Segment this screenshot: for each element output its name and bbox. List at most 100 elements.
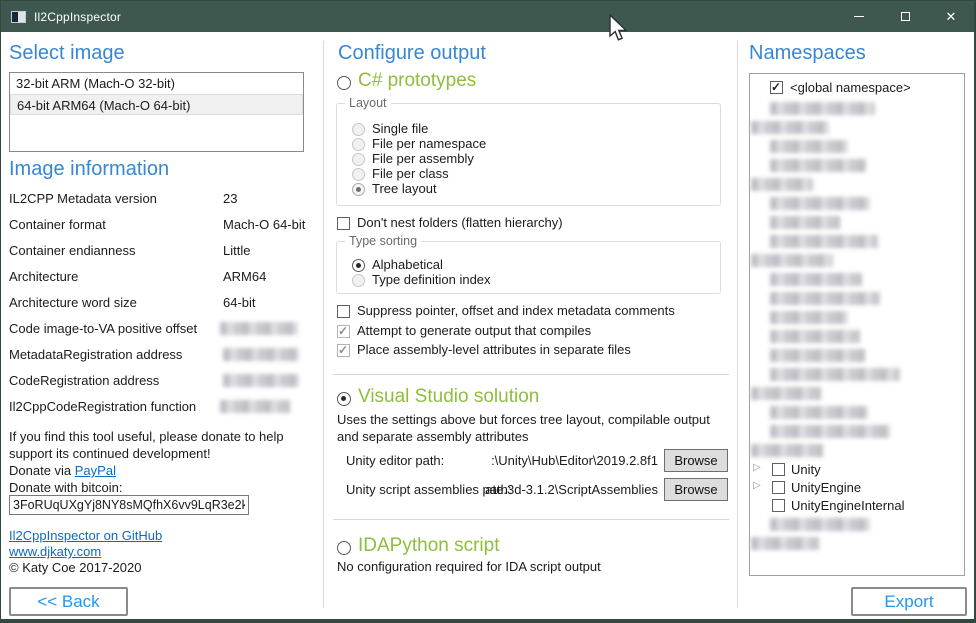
- unity-label[interactable]: Unity: [791, 462, 821, 477]
- info-label: Container format: [9, 217, 106, 232]
- namespaces-heading: Namespaces: [749, 42, 866, 65]
- info-label: Architecture: [9, 269, 78, 284]
- copyright-text: © Katy Coe 2017-2020: [9, 560, 141, 575]
- maximize-button[interactable]: [882, 1, 928, 32]
- namespace-item-redacted[interactable]: [770, 349, 865, 362]
- namespace-item-redacted[interactable]: [770, 425, 890, 438]
- namespace-item-redacted[interactable]: [770, 406, 868, 419]
- namespace-item-redacted[interactable]: [770, 102, 875, 115]
- visual-studio-option[interactable]: Visual Studio solution: [358, 386, 539, 408]
- file-per-namespace-label[interactable]: File per namespace: [372, 136, 486, 151]
- namespace-item-redacted[interactable]: [751, 254, 833, 267]
- alphabetical-label[interactable]: Alphabetical: [372, 257, 443, 272]
- info-label: Architecture word size: [9, 295, 137, 310]
- info-value-redacted: [223, 374, 299, 387]
- namespace-item-redacted[interactable]: [770, 140, 848, 153]
- info-label: Container endianness: [9, 243, 135, 258]
- browse-assemblies-button[interactable]: Browse: [664, 478, 728, 501]
- namespace-item-redacted[interactable]: [770, 311, 848, 324]
- namespace-item-redacted[interactable]: [770, 159, 866, 172]
- unityengine-checkbox[interactable]: [772, 481, 785, 494]
- namespace-item-redacted[interactable]: [770, 368, 900, 381]
- csharp-prototypes-option[interactable]: C# prototypes: [358, 70, 476, 92]
- unity-checkbox[interactable]: [772, 463, 785, 476]
- single-file-radio[interactable]: [352, 123, 365, 136]
- suppress-comments-checkbox[interactable]: [337, 305, 350, 318]
- donate-text-line1: If you find this tool useful, please don…: [9, 429, 284, 444]
- type-definition-index-label[interactable]: Type definition index: [372, 272, 491, 287]
- image-list-item-selected[interactable]: 64-bit ARM64 (Mach-O 64-bit): [10, 94, 303, 115]
- idapython-option[interactable]: IDAPython script: [358, 535, 500, 557]
- visual-studio-radio[interactable]: [337, 392, 351, 406]
- namespace-item-redacted[interactable]: [770, 216, 840, 229]
- unity-expander-icon[interactable]: ▷: [753, 462, 761, 473]
- info-label: IL2CPP Metadata version: [9, 191, 157, 206]
- global-namespace-label[interactable]: <global namespace>: [790, 80, 911, 95]
- window-title: Il2CppInspector: [34, 10, 121, 24]
- file-per-assembly-label[interactable]: File per assembly: [372, 151, 474, 166]
- info-value: 23: [223, 191, 237, 206]
- suppress-comments-label[interactable]: Suppress pointer, offset and index metad…: [357, 303, 675, 318]
- donate-via-text: Donate via PayPal: [9, 463, 116, 478]
- dont-nest-checkbox[interactable]: [337, 217, 350, 230]
- minimize-button[interactable]: [836, 1, 882, 32]
- namespace-item-redacted[interactable]: [751, 537, 819, 550]
- close-button[interactable]: ✕: [928, 1, 974, 32]
- type-sorting-group-label: Type sorting: [345, 234, 421, 248]
- website-link[interactable]: www.djkaty.com: [9, 544, 101, 559]
- file-per-class-radio[interactable]: [352, 168, 365, 181]
- select-image-heading: Select image: [9, 42, 125, 65]
- unityengineinternal-checkbox[interactable]: [772, 499, 785, 512]
- idapython-description: No configuration required for IDA script…: [337, 559, 601, 574]
- unityengineinternal-label[interactable]: UnityEngineInternal: [791, 498, 904, 513]
- paypal-link[interactable]: PayPal: [75, 463, 116, 478]
- info-value: Little: [223, 243, 250, 258]
- idapython-radio[interactable]: [337, 541, 351, 555]
- donate-via-label: Donate via: [9, 463, 75, 478]
- assembly-attributes-label[interactable]: Place assembly-level attributes in separ…: [357, 342, 631, 357]
- info-label: MetadataRegistration address: [9, 347, 182, 362]
- app-icon: [11, 11, 26, 23]
- info-label: CodeRegistration address: [9, 373, 159, 388]
- info-value: ARM64: [223, 269, 266, 284]
- attempt-compile-checkbox[interactable]: [337, 325, 350, 338]
- unity-editor-path-label: Unity editor path:: [346, 453, 444, 468]
- global-namespace-checkbox[interactable]: [770, 81, 783, 94]
- namespace-item-redacted[interactable]: [751, 444, 823, 457]
- attempt-compile-label[interactable]: Attempt to generate output that compiles: [357, 323, 591, 338]
- file-per-namespace-radio[interactable]: [352, 138, 365, 151]
- github-link[interactable]: Il2CppInspector on GitHub: [9, 528, 162, 543]
- export-button[interactable]: Export: [851, 587, 967, 616]
- title-bar: Il2CppInspector ✕: [1, 1, 974, 32]
- namespace-item-redacted[interactable]: [770, 330, 860, 343]
- type-definition-index-radio[interactable]: [352, 274, 365, 287]
- namespace-item-redacted[interactable]: [770, 273, 862, 286]
- unityengine-label[interactable]: UnityEngine: [791, 480, 861, 495]
- unity-editor-path-value: :\Unity\Hub\Editor\2019.2.8f1: [451, 453, 658, 468]
- csharp-prototypes-radio[interactable]: [337, 76, 351, 90]
- tree-layout-radio[interactable]: [352, 183, 365, 196]
- section-separator: [333, 374, 729, 375]
- unity-assemblies-path-value: ate.3d-3.1.2\ScriptAssemblies: [451, 482, 658, 497]
- back-button[interactable]: << Back: [9, 587, 128, 616]
- left-center-divider: [323, 41, 324, 608]
- namespace-item-redacted[interactable]: [770, 197, 870, 210]
- image-list-item[interactable]: 32-bit ARM (Mach-O 32-bit): [10, 73, 303, 94]
- single-file-label[interactable]: Single file: [372, 121, 428, 136]
- dont-nest-label[interactable]: Don't nest folders (flatten hierarchy): [357, 215, 563, 230]
- namespace-item-redacted[interactable]: [770, 518, 870, 531]
- file-per-class-label[interactable]: File per class: [372, 166, 449, 181]
- info-value: 64-bit: [223, 295, 256, 310]
- alphabetical-radio[interactable]: [352, 259, 365, 272]
- file-per-assembly-radio[interactable]: [352, 153, 365, 166]
- namespace-item-redacted[interactable]: [751, 387, 821, 400]
- bitcoin-address-input[interactable]: [9, 495, 249, 515]
- assembly-attributes-checkbox[interactable]: [337, 344, 350, 357]
- tree-layout-label[interactable]: Tree layout: [372, 181, 437, 196]
- namespace-item-redacted[interactable]: [770, 292, 880, 305]
- unityengine-expander-icon[interactable]: ▷: [753, 480, 761, 491]
- namespace-item-redacted[interactable]: [751, 178, 813, 191]
- namespace-item-redacted[interactable]: [751, 121, 829, 134]
- namespace-item-redacted[interactable]: [770, 235, 878, 248]
- browse-editor-button[interactable]: Browse: [664, 449, 728, 472]
